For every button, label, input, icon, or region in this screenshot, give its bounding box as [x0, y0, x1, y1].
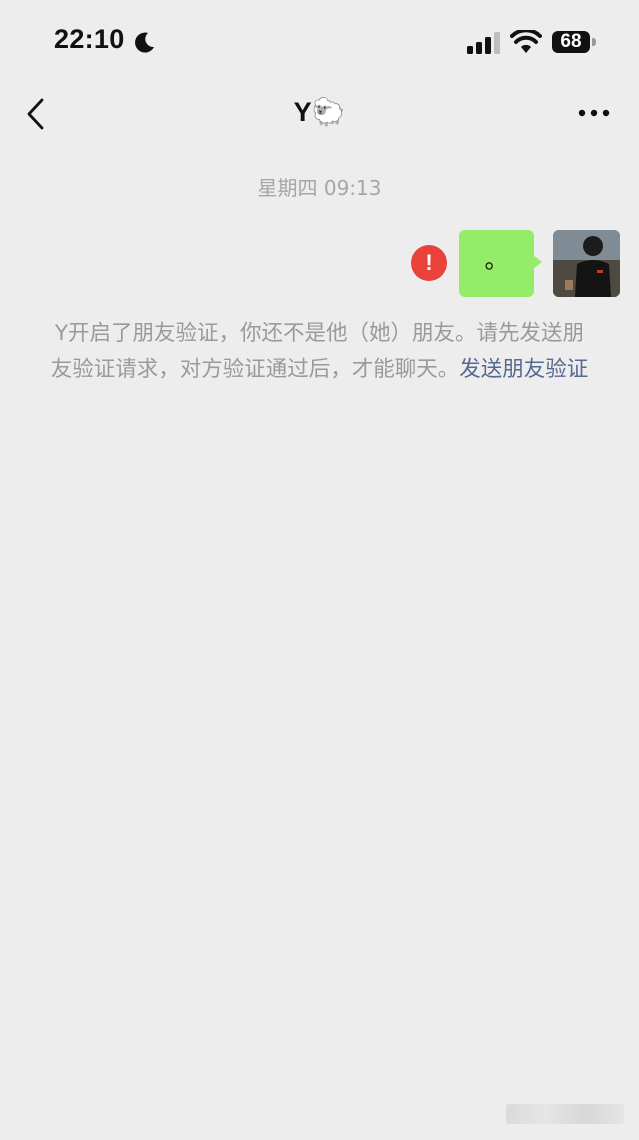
avatar[interactable] — [553, 230, 620, 297]
send-verification-link[interactable]: 发送朋友验证 — [459, 357, 588, 382]
bubble-tail — [533, 255, 542, 269]
message-bubble[interactable]: 。 — [459, 230, 534, 297]
avatar-image — [553, 230, 620, 297]
battery-icon: 68 — [552, 31, 590, 53]
error-icon[interactable]: ! — [411, 245, 447, 281]
message-row: ! 。 — [0, 228, 639, 302]
chat-title: Y🐑 — [293, 97, 346, 127]
wifi-icon — [510, 30, 542, 53]
signal-icon — [467, 32, 500, 54]
status-time: 22:10 — [54, 24, 125, 54]
more-icon[interactable] — [578, 108, 610, 118]
nav-bar: Y🐑 — [0, 86, 639, 142]
moon-icon — [135, 32, 154, 53]
message-timestamp: 星期四 09:13 — [257, 176, 382, 200]
battery-nub — [592, 38, 596, 46]
friend-verification-notice: Y开启了朋友验证，你还不是他（她）朋友。请先发送朋友验证请求，对方验证通过后，才… — [50, 316, 589, 388]
watermark — [506, 1104, 624, 1124]
status-bar: 22:10 68 — [0, 0, 639, 86]
